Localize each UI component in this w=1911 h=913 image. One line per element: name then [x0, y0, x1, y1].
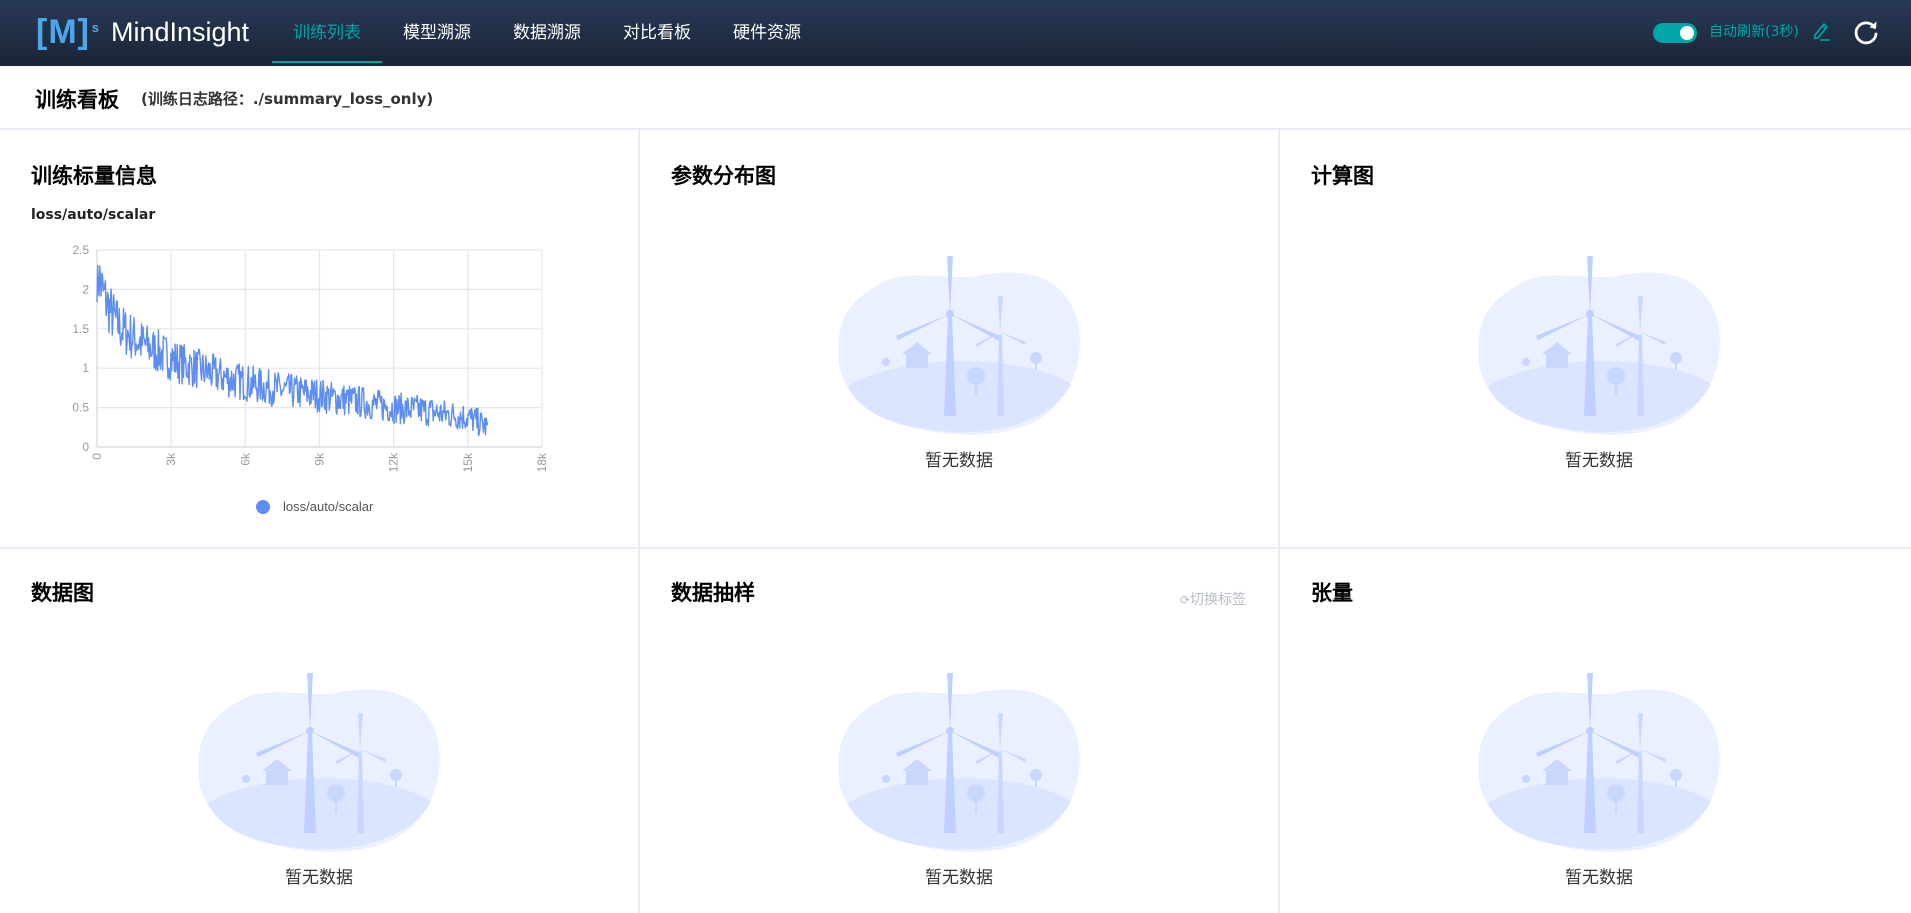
empty-text: 暂无数据: [925, 451, 993, 471]
loss-series-line: [96, 265, 489, 437]
x-tick-label: 9k: [313, 452, 327, 466]
y-tick-label: 0: [82, 440, 89, 454]
page-title: 训练看板: [35, 88, 119, 112]
tensor-card[interactable]: 张量 暂无数据: [1280, 549, 1911, 913]
switch-icon: ⟳: [1179, 593, 1190, 607]
switch-tag-label: 切换标签: [1190, 592, 1246, 608]
empty-state: 暂无数据: [1476, 256, 1722, 471]
no-data-illustration: [1477, 256, 1720, 435]
no-data-illustration: [837, 673, 1080, 852]
legend-label: loss/auto/scalar: [283, 499, 374, 514]
graph-card-title: 计算图: [1311, 164, 1374, 188]
auto-refresh-label: 自动刷新(3秒): [1709, 24, 1799, 40]
logo-mark-text: [M]: [36, 13, 90, 51]
x-tick-label: 18k: [535, 452, 549, 472]
tensor-card-title: 张量: [1311, 581, 1353, 605]
empty-text: 暂无数据: [925, 868, 993, 888]
image-sample-card-title: 数据抽样: [671, 581, 755, 605]
x-tick-label: 6k: [238, 452, 252, 466]
app-name: MindInsight: [110, 17, 250, 47]
main-nav: 训练列表 模型溯源 数据溯源 对比看板 硬件资源: [272, 0, 822, 66]
edit-icon[interactable]: [1810, 20, 1832, 42]
toggle-knob: [1680, 26, 1694, 40]
empty-state: 暂无数据: [836, 673, 1082, 888]
no-data-illustration: [837, 256, 1080, 435]
x-tick-label: 12k: [387, 452, 401, 472]
x-tick-label: 0: [90, 453, 104, 460]
empty-text: 暂无数据: [1565, 451, 1633, 471]
legend-marker: [256, 500, 270, 514]
dataset-graph-card-title: 数据图: [31, 581, 94, 605]
empty-state: 暂无数据: [1476, 673, 1722, 888]
histogram-card[interactable]: 参数分布图 暂无数据: [640, 132, 1278, 547]
no-data-illustration: [1477, 673, 1720, 852]
empty-text: 暂无数据: [285, 868, 353, 888]
scalar-card[interactable]: 训练标量信息 loss/auto/scalar 0 0.5 1 1.5 2 2.5 0 3k 6…: [0, 132, 638, 547]
y-tick-label: 1.5: [72, 322, 89, 336]
y-tick-label: 1: [82, 361, 89, 375]
auto-refresh-toggle[interactable]: [1653, 23, 1697, 43]
y-tick-label: 0.5: [72, 401, 89, 415]
x-tick-label: 3k: [164, 452, 178, 466]
log-path: (训练日志路径：./summary_loss_only): [141, 90, 434, 108]
empty-text: 暂无数据: [1565, 868, 1633, 888]
graph-card[interactable]: 计算图 暂无数据: [1280, 132, 1911, 547]
logo-mark: [M] s: [36, 12, 99, 52]
dataset-graph-card[interactable]: 数据图 暂无数据: [0, 549, 638, 913]
y-tick-label: 2: [82, 282, 89, 296]
nav-model-lineage[interactable]: 模型溯源: [382, 0, 492, 66]
switch-tag-button[interactable]: ⟳切换标签: [1180, 589, 1246, 609]
nav-compare-board[interactable]: 对比看板: [602, 0, 712, 66]
logo-sup: s: [91, 20, 100, 35]
refresh-icon[interactable]: [1852, 18, 1880, 46]
nav-training-list[interactable]: 训练列表: [272, 0, 382, 66]
image-sample-card[interactable]: 数据抽样 ⟳切换标签 暂无数据: [640, 549, 1278, 913]
loss-line-chart[interactable]: 0 0.5 1 1.5 2 2.5 0 3k 6k 9k 12k 15k 18k loss/auto/sc…: [0, 132, 638, 547]
nav-data-lineage[interactable]: 数据溯源: [492, 0, 602, 66]
empty-state: 暂无数据: [836, 256, 1082, 471]
no-data-illustration: [197, 673, 440, 852]
empty-state: 暂无数据: [196, 673, 442, 888]
top-navigation-bar: [M] s MindInsight 训练列表 模型溯源 数据溯源 对比看板 硬件资…: [0, 0, 1911, 66]
x-tick-label: 15k: [461, 452, 475, 472]
app-logo[interactable]: [M] s MindInsight: [36, 12, 249, 52]
histogram-card-title: 参数分布图: [671, 164, 776, 188]
nav-hardware-resources[interactable]: 硬件资源: [712, 0, 822, 66]
dashboard-header: 训练看板 (训练日志路径：./summary_loss_only): [0, 66, 1911, 130]
y-tick-label: 2.5: [72, 243, 89, 257]
